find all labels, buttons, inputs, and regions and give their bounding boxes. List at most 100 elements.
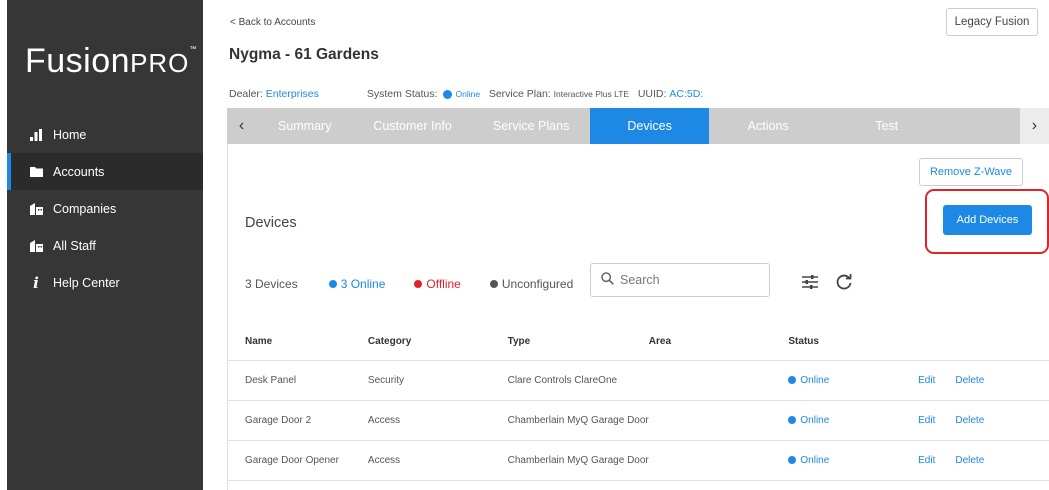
- sidebar-item-label: All Staff: [53, 238, 96, 253]
- system-status-label: System Status:: [366, 88, 438, 100]
- sidebar-nav: Home Accounts Companies All Staff i Help…: [7, 116, 203, 301]
- device-type: Chamberlain MyQ Garage Door: [507, 400, 649, 441]
- column-header-name[interactable]: Name: [228, 324, 368, 361]
- unconfigured-label: Unconfigured: [501, 277, 574, 291]
- edit-device-link[interactable]: Edit: [918, 455, 935, 466]
- staff-icon: [29, 239, 43, 252]
- device-area: [648, 360, 789, 401]
- tab-actions[interactable]: Actions: [709, 108, 828, 144]
- device-status-cell: Online: [788, 400, 919, 441]
- sidebar-item-accounts[interactable]: Accounts: [7, 153, 203, 190]
- device-status: Online: [800, 454, 830, 466]
- edit-device-link[interactable]: Edit: [918, 375, 935, 386]
- tab-customer-info[interactable]: Customer Info: [353, 108, 472, 144]
- tab-test[interactable]: Test: [827, 108, 946, 144]
- table-row[interactable]: Desk Panel Security Clare Controls Clare…: [228, 360, 1049, 401]
- device-area: [648, 440, 789, 481]
- sidebar-item-help-center[interactable]: i Help Center: [7, 264, 203, 301]
- table-header-row: Name Category Type Area Status: [228, 324, 1049, 361]
- remove-zwave-button[interactable]: Remove Z-Wave: [919, 158, 1023, 186]
- sidebar: FusionPRO™ Home Accounts Companies All S…: [7, 0, 203, 490]
- sidebar-item-label: Companies: [53, 201, 117, 216]
- device-count-label: 3 Devices: [245, 277, 298, 291]
- delete-device-link[interactable]: Delete: [955, 415, 984, 426]
- device-type: Chamberlain MyQ Garage Door: [507, 440, 649, 481]
- system-status-value: Online: [455, 89, 481, 99]
- tabs-prev-button[interactable]: ‹: [227, 108, 256, 144]
- online-status-dot: [788, 456, 797, 464]
- column-header-status[interactable]: Status: [788, 324, 919, 361]
- refresh-icon[interactable]: [833, 271, 855, 293]
- device-status: Online: [800, 414, 830, 426]
- building-icon: [29, 202, 43, 215]
- offline-dot: [414, 280, 423, 288]
- filter-unconfigured[interactable]: Unconfigured: [485, 277, 573, 291]
- filter-offline[interactable]: Offline: [409, 277, 461, 291]
- edit-device-link[interactable]: Edit: [918, 415, 935, 426]
- device-category: Access: [367, 440, 508, 481]
- column-header-category[interactable]: Category: [367, 324, 508, 361]
- tab-summary[interactable]: Summary: [256, 108, 353, 144]
- uuid-value: AC:5D:: [669, 88, 704, 100]
- delete-device-link[interactable]: Delete: [955, 375, 984, 386]
- add-devices-button[interactable]: Add Devices: [943, 205, 1032, 235]
- device-category: Access: [367, 400, 508, 441]
- sidebar-item-label: Accounts: [53, 164, 105, 179]
- column-header-type[interactable]: Type: [507, 324, 649, 361]
- filter-all-devices[interactable]: 3 Devices: [245, 277, 298, 291]
- device-category: Security: [367, 360, 508, 401]
- fusion-pro-logo[interactable]: FusionPRO™: [25, 42, 197, 81]
- device-name: Desk Panel: [228, 360, 368, 401]
- device-actions: Edit Delete: [918, 400, 1049, 441]
- logo-pro: PRO: [130, 48, 190, 78]
- table-row[interactable]: Garage Door 2 Access Chamberlain MyQ Gar…: [228, 400, 1049, 441]
- legacy-fusion-button[interactable]: Legacy Fusion: [946, 8, 1038, 36]
- service-plan-label: Service Plan:: [488, 88, 551, 100]
- page-title: Nygma - 61 Gardens: [229, 46, 379, 63]
- devices-panel: Remove Z-Wave Devices Add Devices 3 Devi…: [227, 144, 1049, 490]
- online-status-dot: [788, 376, 797, 384]
- back-to-accounts-link[interactable]: < Back to Accounts: [230, 17, 315, 28]
- uuid-label: UUID:: [637, 88, 667, 100]
- main-panel: < Back to Accounts Legacy Fusion Nygma -…: [203, 0, 1049, 490]
- online-status-dot: [788, 416, 797, 424]
- device-status: Online: [800, 374, 830, 386]
- column-header-area[interactable]: Area: [648, 324, 789, 361]
- sidebar-item-home[interactable]: Home: [7, 116, 203, 153]
- tab-devices[interactable]: Devices: [590, 108, 709, 144]
- device-type: Clare Controls ClareOne: [507, 360, 649, 401]
- chevron-right-icon: ›: [1031, 117, 1038, 134]
- bar-chart-icon: [29, 128, 43, 141]
- search-icon: [601, 272, 614, 288]
- device-name: Garage Door Opener: [228, 440, 368, 481]
- search-input[interactable]: [620, 273, 760, 287]
- device-status-cell: Online: [788, 440, 919, 481]
- sidebar-item-all-staff[interactable]: All Staff: [7, 227, 203, 264]
- device-name: Garage Door 2: [228, 400, 368, 441]
- logo-tm: ™: [189, 46, 197, 53]
- logo-main: Fusion: [25, 42, 131, 80]
- delete-device-link[interactable]: Delete: [955, 455, 984, 466]
- tabs-next-button[interactable]: ›: [1019, 108, 1049, 144]
- filter-settings-icon[interactable]: [799, 271, 821, 293]
- tab-service-plans[interactable]: Service Plans: [472, 108, 591, 144]
- unconfigured-dot: [489, 280, 498, 288]
- device-actions: Edit Delete: [918, 360, 1049, 401]
- device-search-box: [590, 263, 770, 297]
- info-icon: i: [33, 273, 39, 292]
- device-status-cell: Online: [788, 360, 919, 401]
- add-devices-highlight: Add Devices: [925, 189, 1049, 254]
- sidebar-item-companies[interactable]: Companies: [7, 190, 203, 227]
- online-dot: [328, 280, 337, 288]
- sidebar-item-label: Home: [53, 127, 87, 142]
- offline-label: Offline: [426, 277, 461, 291]
- device-actions: Edit Delete: [918, 440, 1049, 481]
- device-filters: 3 Devices 3 Online Offline Unconfigured: [245, 274, 573, 294]
- devices-table: Name Category Type Area Status Desk Pane…: [228, 324, 1049, 481]
- table-row[interactable]: Garage Door Opener Access Chamberlain My…: [228, 440, 1049, 481]
- filter-online[interactable]: 3 Online: [324, 277, 385, 291]
- dealer-link[interactable]: Enterprises: [266, 88, 319, 100]
- device-area: [648, 400, 789, 441]
- service-plan-value: Interactive Plus LTE: [553, 89, 630, 99]
- tab-overflow: [946, 108, 1020, 144]
